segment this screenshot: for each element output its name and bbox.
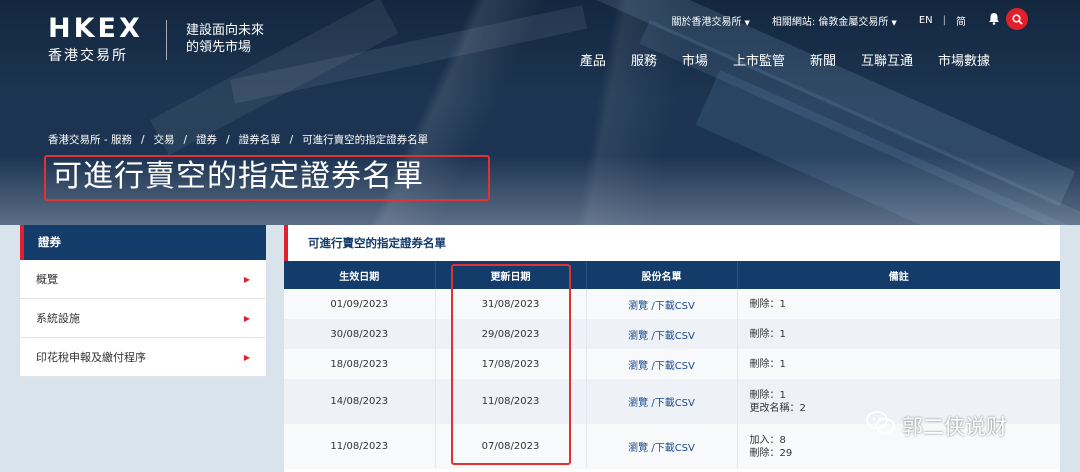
tagline-line2: 的領先市場 [186, 40, 252, 55]
table-row: 18/08/2023 17/08/2023 瀏覽 /下載CSV 刪除：1 [284, 349, 1060, 379]
lang-sc-link[interactable]: 简 [956, 13, 966, 28]
nav-services[interactable]: 服務 [631, 50, 657, 69]
table-row: 01/09/2023 31/08/2023 瀏覽 /下載CSV 刪除：1 [284, 289, 1060, 319]
view-download-csv-link[interactable]: 瀏覽 /下載CSV [628, 443, 695, 454]
remark-line: 刪除：1 [749, 298, 786, 310]
breadcrumb-current: 可進行賣空的指定證券名單 [302, 134, 429, 146]
bell-icon[interactable] [988, 12, 1000, 28]
nav-connect[interactable]: 互聯互通 [861, 50, 913, 69]
search-button[interactable] [1006, 8, 1028, 30]
cell-remarks: 刪除：1 [737, 349, 1060, 379]
breadcrumb-item[interactable]: 證券 [196, 134, 217, 146]
lang-en-link[interactable]: EN [919, 15, 933, 26]
chevron-down-icon: ▼ [891, 18, 897, 27]
page-title: 可進行賣空的指定證券名單 [52, 159, 424, 194]
cell-updated-date: 11/08/2023 [435, 379, 587, 424]
search-icon [1011, 13, 1023, 25]
hkex-logo[interactable]: HKEX 香港交易所 [48, 14, 143, 65]
remark-line: 刪除：1 [749, 389, 786, 401]
cell-updated-date: 29/08/2023 [435, 319, 587, 349]
lang-separator: | [942, 14, 946, 26]
cell-remarks: 刪除：1 [737, 319, 1060, 349]
watermark-text: 郭二侠说财 [902, 414, 1007, 439]
related-sites-menu[interactable]: 相關網站: 倫敦金屬交易所 ▼ [772, 13, 897, 28]
remark-line: 刪除：1 [749, 358, 786, 370]
cell-effective-date: 11/08/2023 [284, 424, 436, 469]
col-remarks: 備註 [737, 261, 1060, 289]
cell-effective-date: 14/08/2023 [284, 379, 436, 424]
related-sites-label: 相關網站: 倫敦金屬交易所 [771, 16, 889, 28]
nav-news[interactable]: 新聞 [810, 50, 836, 69]
col-updated-date[interactable]: 更新日期 [435, 261, 587, 289]
breadcrumb-item[interactable]: 證券名單 [239, 134, 281, 146]
nav-market[interactable]: 市場 [682, 50, 708, 69]
chevron-right-icon: ▶ [243, 313, 250, 323]
view-download-csv-link[interactable]: 瀏覽 /下載CSV [628, 398, 695, 409]
table-row: 30/08/2023 29/08/2023 瀏覽 /下載CSV 刪除：1 [284, 319, 1060, 349]
sidebar-header[interactable]: 證券 [20, 225, 266, 260]
tagline: 建設面向未來 的領先市場 [186, 22, 264, 56]
cell-stock-list: 瀏覽 /下載CSV [586, 289, 738, 319]
cell-effective-date: 18/08/2023 [284, 349, 436, 379]
sidebar-item-overview[interactable]: 概覽 ▶ [20, 260, 266, 299]
nav-products[interactable]: 產品 [580, 50, 606, 69]
sidebar-item-stamp-duty[interactable]: 印花稅申報及繳付程序 ▶ [20, 338, 266, 377]
nav-market-data[interactable]: 市場數據 [938, 50, 990, 69]
cell-effective-date: 30/08/2023 [284, 319, 436, 349]
cell-updated-date: 31/08/2023 [435, 289, 587, 319]
chevron-right-icon: ▶ [243, 274, 250, 284]
about-hkex-menu[interactable]: 關於香港交易所 ▼ [671, 13, 749, 28]
logo-chinese-name: 香港交易所 [48, 48, 128, 64]
col-effective-date[interactable]: 生效日期 [284, 261, 436, 289]
cell-effective-date: 01/09/2023 [284, 289, 436, 319]
remark-line: 刪除：29 [749, 447, 793, 459]
cell-stock-list: 瀏覽 /下載CSV [586, 424, 738, 469]
about-hkex-label: 關於香港交易所 [671, 16, 742, 28]
sidebar-item-systems[interactable]: 系統設施 ▶ [20, 299, 266, 338]
view-download-csv-link[interactable]: 瀏覽 /下載CSV [628, 301, 695, 312]
utility-nav: 關於香港交易所 ▼ 相關網站: 倫敦金屬交易所 ▼ EN | 简 [649, 11, 1000, 29]
cell-stock-list: 瀏覽 /下載CSV [586, 349, 738, 379]
logo-wordmark: HKEX [48, 13, 143, 44]
chevron-right-icon: ▶ [243, 352, 250, 362]
chevron-down-icon: ▼ [744, 18, 750, 27]
sidebar-item-label: 概覽 [36, 273, 58, 286]
view-download-csv-link[interactable]: 瀏覽 /下載CSV [628, 361, 695, 372]
breadcrumb-item[interactable]: 交易 [154, 134, 175, 146]
table-header-row: 生效日期 更新日期 股份名單 備註 [284, 261, 1060, 289]
view-download-csv-link[interactable]: 瀏覽 /下載CSV [628, 331, 695, 342]
cell-updated-date: 07/08/2023 [435, 424, 587, 469]
wechat-icon [866, 410, 896, 441]
cell-remarks: 刪除：1 [737, 289, 1060, 319]
panel-title: 可進行賣空的指定證券名單 [284, 225, 1060, 261]
main-nav: 產品 服務 市場 上市監管 新聞 互聯互通 市場數據 [555, 50, 990, 69]
breadcrumb: 香港交易所 - 服務 / 交易 / 證券 / 證券名單 / 可進行賣空的指定證券名單 [48, 134, 429, 146]
sidebar-item-label: 系統設施 [36, 312, 80, 325]
remark-line: 刪除：1 [749, 328, 786, 340]
cell-stock-list: 瀏覽 /下載CSV [586, 319, 738, 349]
nav-listing[interactable]: 上市監管 [733, 50, 785, 69]
sidebar-item-label: 印花稅申報及繳付程序 [36, 351, 146, 364]
tagline-line1: 建設面向未來 [186, 23, 265, 38]
col-stock-list: 股份名單 [586, 261, 738, 289]
sidebar: 證券 概覽 ▶ 系統設施 ▶ 印花稅申報及繳付程序 ▶ [20, 225, 266, 377]
logo-divider [166, 20, 167, 60]
breadcrumb-item[interactable]: 香港交易所 - 服務 [48, 134, 132, 146]
watermark: 郭二侠说财 [866, 410, 1007, 441]
cell-updated-date: 17/08/2023 [435, 349, 587, 379]
cell-stock-list: 瀏覽 /下載CSV [586, 379, 738, 424]
